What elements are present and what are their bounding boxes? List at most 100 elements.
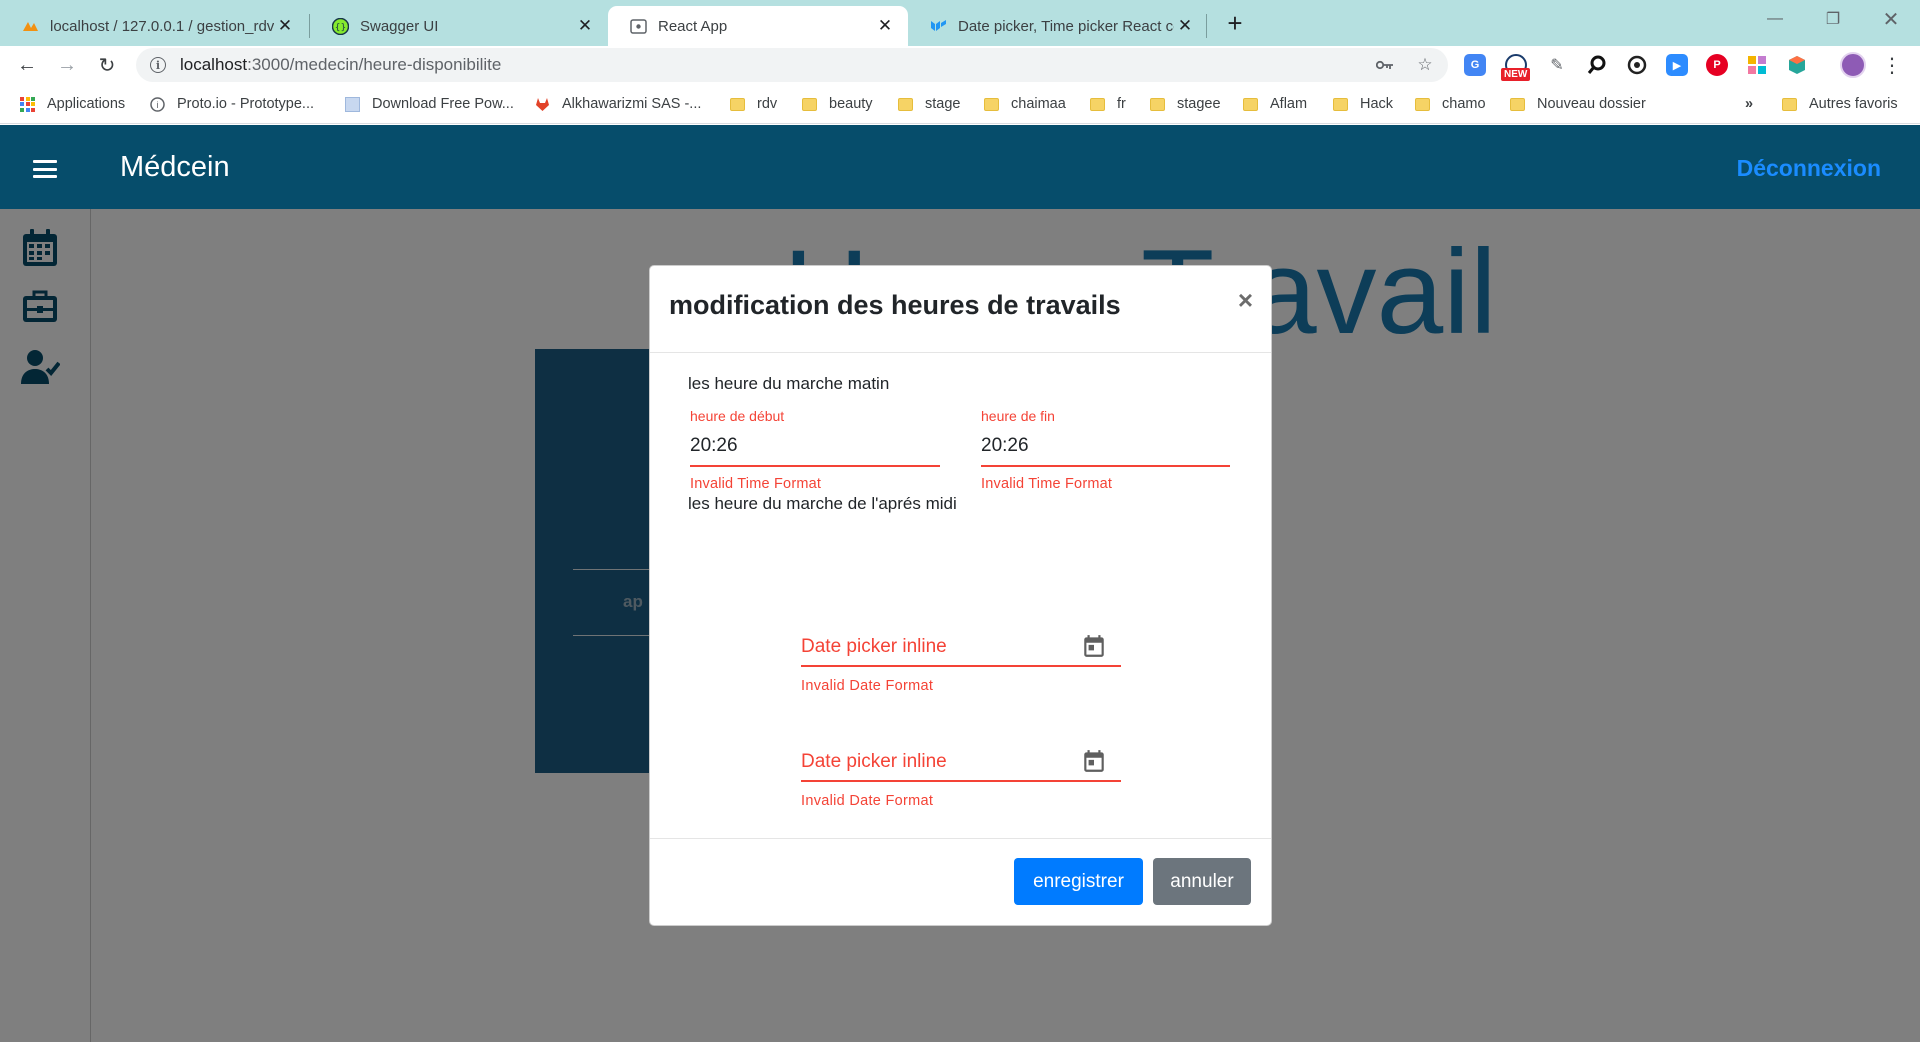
folder-icon [1150,97,1165,111]
modal-title: modification des heures de travails [669,290,1121,320]
menu-kebab-icon[interactable]: ⋮ [1882,52,1902,78]
close-tab-icon[interactable]: ✕ [1174,15,1196,37]
start-time-error: Invalid Time Format [690,476,822,492]
site-info-icon[interactable]: i [150,57,166,73]
end-time-label: heure de fin [981,408,1055,424]
app-header: Médcein Déconnexion [0,125,1920,209]
bookmark-alkhawarizmi[interactable]: Alkhawarizmi SAS -... [535,94,701,114]
folder-icon [1333,97,1348,111]
protoio-icon: i [150,96,165,112]
magnifier-icon[interactable] [1586,54,1608,76]
bookmark-folder-rdv[interactable]: rdv [730,94,777,114]
back-icon[interactable]: ← [12,50,42,80]
bookmarks-bar: Applications i Proto.io - Prototype... D… [0,84,1920,124]
close-tab-icon[interactable]: ✕ [574,15,596,37]
date-picker-input[interactable]: Date picker inline [801,634,1121,660]
date-picker-input[interactable]: Date picker inline [801,749,1121,775]
folder-icon [898,97,913,111]
tab-swagger[interactable]: {} Swagger UI ✕ [310,6,608,46]
minimize-icon[interactable]: — [1750,4,1800,34]
bookmark-folder-fr[interactable]: fr [1090,94,1126,114]
modal-header: modification des heures de travails × [650,266,1271,353]
new-badge: NEW [1501,68,1531,81]
save-button[interactable]: enregistrer [1014,858,1143,905]
edit-hours-modal: modification des heures de travails × le… [649,265,1272,926]
tab-phpmyadmin[interactable]: localhost / 127.0.0.1 / gestion_rdv ✕ [0,6,308,46]
page-icon [345,96,360,112]
gitlab-icon [536,97,549,111]
input-underline [801,665,1121,667]
folder-icon [1090,97,1105,111]
date-picker-1[interactable]: Date picker inline Invalid Date Format [801,634,1121,694]
start-time-input[interactable]: 20:26 [690,435,940,461]
browser-tab-strip: localhost / 127.0.0.1 / gestion_rdv ✕ {}… [0,0,1920,46]
close-icon[interactable]: × [1238,285,1253,316]
swagger-icon: {} [332,17,349,35]
folder-icon [1243,97,1258,111]
hamburger-menu-icon[interactable] [33,160,57,178]
window-close-icon[interactable]: ✕ [1866,4,1916,34]
bookmark-folder-chamo[interactable]: chamo [1415,94,1486,114]
bookmark-folder-nouveau-dossier[interactable]: Nouveau dossier [1510,94,1646,114]
date-picker-2[interactable]: Date picker inline Invalid Date Format [801,749,1121,809]
folder-icon [730,97,745,111]
zoom-icon[interactable]: ▶ [1666,54,1688,76]
input-underline [690,465,940,467]
bookmark-download-free[interactable]: Download Free Pow... [345,94,514,114]
end-time-error: Invalid Time Format [981,476,1113,492]
folder-icon [1415,97,1430,111]
bookmark-folder-autres-favoris[interactable]: Autres favoris [1782,94,1898,114]
svg-text:{}: {} [335,23,346,33]
url-text: localhost:3000/medecin/heure-disponibili… [180,55,502,74]
folder-icon [1782,97,1797,111]
bookmark-folder-aflam[interactable]: Aflam [1243,94,1307,114]
input-underline [981,465,1230,467]
date-picker-error: Invalid Date Format [801,678,934,694]
grid-extension-icon[interactable] [1746,54,1768,76]
cancel-button[interactable]: annuler [1153,858,1251,905]
svg-text:i: i [157,100,159,110]
folder-icon [984,97,999,111]
bookmark-folder-chaimaa[interactable]: chaimaa [984,94,1066,114]
bookmark-folder-stagee[interactable]: stagee [1150,94,1221,114]
bookmark-folder-stage[interactable]: stage [898,94,960,114]
pinterest-icon[interactable]: P [1706,54,1728,76]
new-tab-icon[interactable]: + [1220,8,1250,38]
mui-icon [930,18,947,35]
tab-divider [1206,14,1207,38]
bookmark-star-icon[interactable]: ☆ [1414,54,1436,76]
close-tab-icon[interactable]: ✕ [874,15,896,37]
profile-avatar[interactable] [1840,52,1866,78]
date-picker-error: Invalid Date Format [801,793,934,809]
google-translate-icon[interactable]: G [1464,54,1486,76]
modal-footer: enregistrer annuler [650,838,1271,927]
restore-icon[interactable]: ❐ [1808,4,1858,34]
calendar-icon[interactable] [1081,633,1107,659]
reload-icon[interactable]: ↻ [92,50,122,80]
start-time-label: heure de début [690,408,785,424]
input-underline [801,780,1121,782]
start-time-field[interactable]: heure de début 20:26 Invalid Time Format [690,408,940,492]
close-tab-icon[interactable]: ✕ [274,15,296,37]
phpmyadmin-icon [22,18,39,35]
bookmark-applications[interactable]: Applications [20,94,125,114]
forward-icon[interactable]: → [52,50,82,80]
key-icon[interactable] [1374,54,1396,76]
more-bookmarks-icon[interactable]: » [1745,94,1753,114]
end-time-input[interactable]: 20:26 [981,435,1230,461]
address-bar[interactable]: i localhost:3000/medecin/heure-disponibi… [136,48,1448,82]
logout-link[interactable]: Déconnexion [1737,155,1881,182]
eyedropper-icon[interactable]: ✎ [1546,54,1568,76]
end-time-field[interactable]: heure de fin 20:26 Invalid Time Format [981,408,1230,492]
tab-date-picker[interactable]: Date picker, Time picker React co ✕ [908,6,1208,46]
tab-react-app[interactable]: React App ✕ [608,6,908,46]
bookmark-folder-beauty[interactable]: beauty [802,94,873,114]
cube-extension-icon[interactable] [1786,54,1808,76]
app-title: Médcein [120,151,230,183]
afternoon-hours-label: les heure du marche de l'aprés midi [688,494,957,513]
screencast-icon[interactable] [1626,54,1648,76]
calendar-icon[interactable] [1081,748,1107,774]
browser-toolbar: ← → ↻ i localhost:3000/medecin/heure-dis… [0,46,1920,84]
bookmark-folder-hack[interactable]: Hack [1333,94,1393,114]
bookmark-protoio[interactable]: i Proto.io - Prototype... [150,94,314,114]
